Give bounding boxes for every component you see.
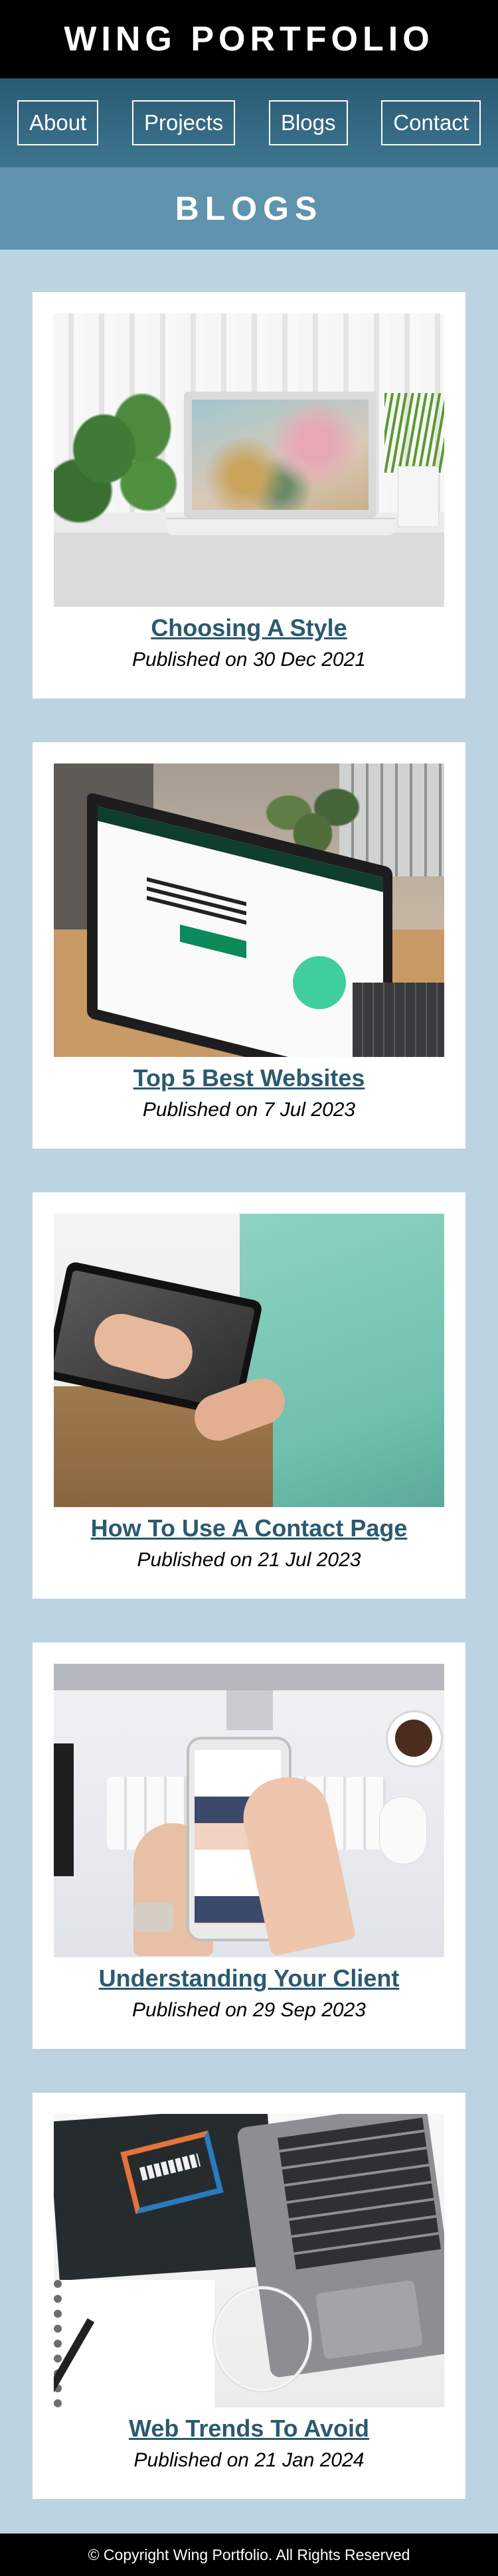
blog-date: Published on 29 Sep 2023	[132, 1999, 366, 2021]
laptop-on-desk-image[interactable]	[54, 313, 444, 607]
blog-list: Choosing A Style Published on 30 Dec 202…	[0, 250, 498, 2499]
desk-shape	[54, 532, 444, 607]
blog-title-link[interactable]: Choosing A Style	[54, 613, 444, 643]
coffee-shape	[395, 1720, 432, 1757]
monitor-stand-shape	[226, 1690, 273, 1730]
mouse-shape	[379, 1797, 427, 1864]
copyright-text: © Copyright Wing Portfolio. All Rights R…	[88, 2545, 410, 2563]
nav-link-contact[interactable]: Contact	[381, 100, 481, 145]
blog-title-link[interactable]: Web Trends To Avoid	[54, 2414, 444, 2443]
watch-shape	[133, 1903, 173, 1932]
tablet-in-hands-image[interactable]	[54, 1214, 444, 1507]
plant-shape	[54, 393, 180, 532]
section-title: BLOGS	[175, 190, 323, 227]
desk-with-books-image[interactable]	[54, 2114, 444, 2407]
phone-over-keyboard-image[interactable]	[54, 1664, 444, 1957]
nav-link-projects[interactable]: Projects	[131, 100, 236, 145]
monitor-shape	[54, 1664, 444, 1690]
blog-card: Top 5 Best Websites Published on 7 Jul 2…	[33, 742, 465, 1149]
blog-card: Web Trends To Avoid Published on 21 Jan …	[33, 2093, 465, 2499]
blog-date: Published on 21 Jan 2024	[133, 2449, 365, 2471]
laptop-base-shape	[167, 518, 395, 535]
keyboard-shape	[353, 983, 444, 1057]
main-nav: About Projects Blogs Contact	[0, 78, 498, 167]
plant-shape	[384, 393, 444, 473]
site-footer: © Copyright Wing Portfolio. All Rights R…	[0, 2534, 498, 2576]
site-header: WING PORTFOLIO	[0, 0, 498, 78]
shopify-laptop-image[interactable]	[54, 764, 444, 1057]
blog-title-link[interactable]: How To Use A Contact Page	[54, 1514, 444, 1543]
blog-card: How To Use A Contact Page Published on 2…	[33, 1192, 465, 1599]
section-banner: BLOGS	[0, 167, 498, 250]
nav-link-blogs[interactable]: Blogs	[268, 100, 348, 145]
blog-title-link[interactable]: Top 5 Best Websites	[54, 1064, 444, 1093]
laptop-display-shape	[192, 400, 369, 510]
blog-date: Published on 7 Jul 2023	[142, 1099, 356, 1121]
blog-date: Published on 30 Dec 2021	[132, 649, 366, 671]
pot-shape	[398, 466, 439, 527]
cable-shape	[213, 2287, 311, 2391]
site-title: WING PORTFOLIO	[64, 20, 434, 58]
blog-title-link[interactable]: Understanding Your Client	[54, 1964, 444, 1993]
blog-date: Published on 21 Jul 2023	[137, 1549, 361, 1571]
keyboard-shape	[278, 2117, 441, 2270]
trackpad-shape	[315, 2280, 424, 2360]
blog-card: Choosing A Style Published on 30 Dec 202…	[33, 292, 465, 698]
blog-card: Understanding Your Client Published on 2…	[33, 1643, 465, 2049]
nav-link-about[interactable]: About	[17, 100, 99, 145]
tablet-shape	[54, 1743, 74, 1876]
website-badge-shape	[293, 956, 346, 1009]
